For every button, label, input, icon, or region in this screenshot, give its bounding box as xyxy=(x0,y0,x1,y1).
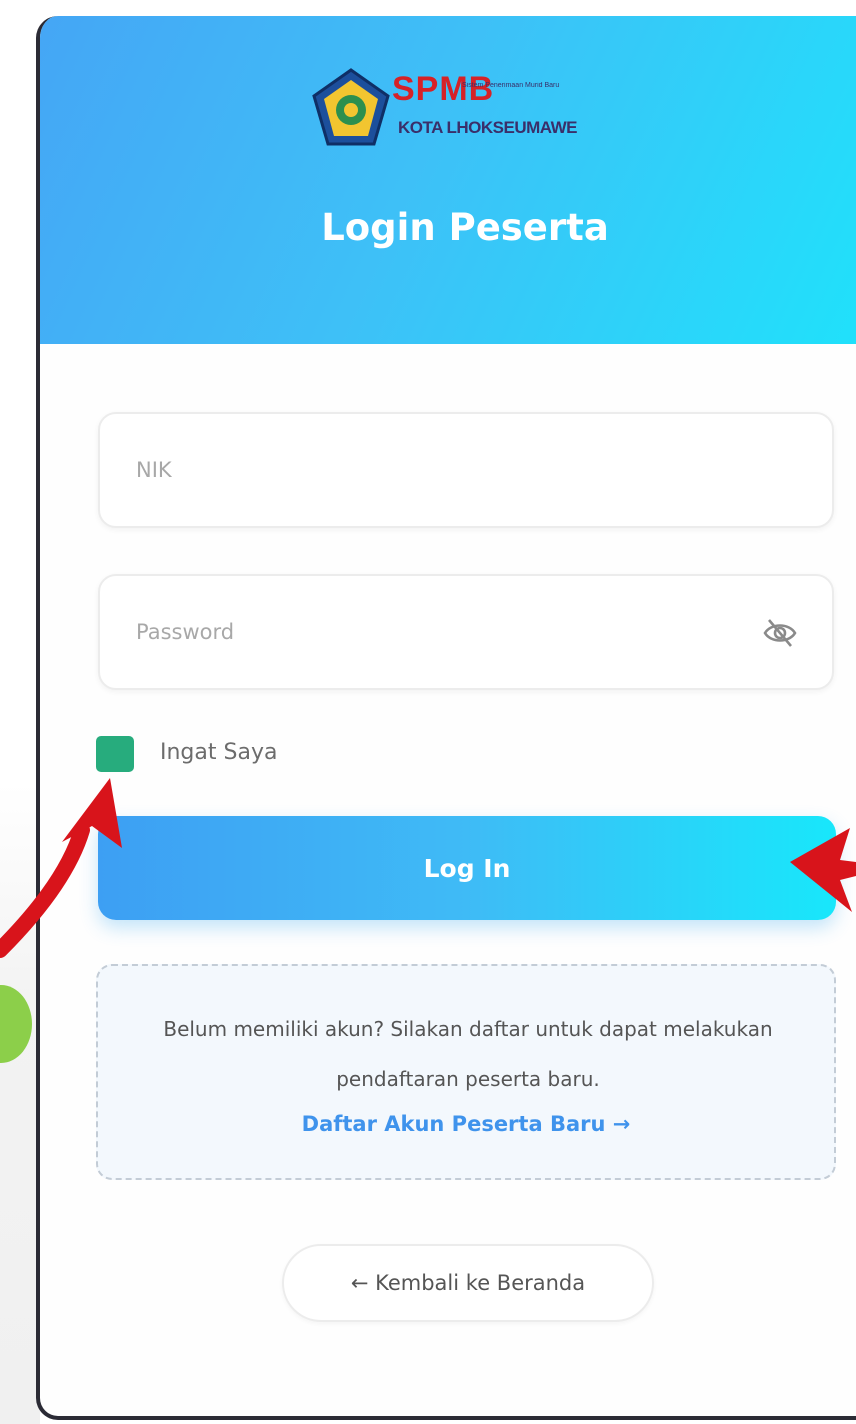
eye-off-icon[interactable] xyxy=(762,616,798,650)
password-field[interactable] xyxy=(98,574,834,690)
nik-input[interactable] xyxy=(136,414,736,526)
register-link[interactable]: Daftar Akun Peserta Baru → xyxy=(98,1112,834,1136)
login-button[interactable]: Log In xyxy=(98,816,836,920)
emblem-icon xyxy=(312,68,390,146)
back-to-home-button[interactable]: ← Kembali ke Beranda xyxy=(282,1244,654,1322)
logo: SPMB Sistem Penerimaan Murid Baru KOTA L… xyxy=(310,68,630,158)
register-text: Belum memiliki akun? Silakan daftar untu… xyxy=(163,1017,773,1091)
logo-city: KOTA LHOKSEUMAWE xyxy=(398,118,578,137)
login-card: SPMB Sistem Penerimaan Murid Baru KOTA L… xyxy=(36,16,856,1420)
remember-label: Ingat Saya xyxy=(160,740,278,765)
register-box: Belum memiliki akun? Silakan daftar untu… xyxy=(96,964,836,1180)
page-title: Login Peserta xyxy=(321,206,609,249)
annotation-arrow-left xyxy=(0,778,122,958)
card-header: SPMB Sistem Penerimaan Murid Baru KOTA L… xyxy=(40,16,856,344)
annotation-arrow-right xyxy=(790,828,856,912)
backdrop xyxy=(0,0,40,1424)
logo-tagline: Sistem Penerimaan Murid Baru xyxy=(462,82,560,89)
remember-me[interactable]: Ingat Saya xyxy=(96,734,396,774)
nik-field[interactable] xyxy=(98,412,834,528)
password-input[interactable] xyxy=(136,576,736,688)
screen: SPMB Sistem Penerimaan Murid Baru KOTA L… xyxy=(0,0,856,1424)
